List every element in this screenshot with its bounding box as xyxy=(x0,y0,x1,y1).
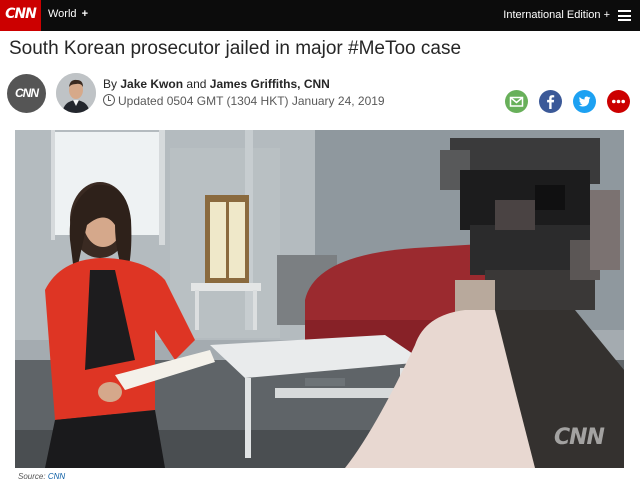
page-title: South Korean prosecutor jailed in major … xyxy=(9,38,462,59)
cnn-logo[interactable]: CNN xyxy=(0,0,41,31)
nav-section-label: World xyxy=(48,8,77,20)
cnn-watermark: CNN xyxy=(554,425,605,450)
nav-section-world[interactable]: World + xyxy=(48,8,88,20)
byline-outlet: , CNN xyxy=(297,77,330,91)
byline: By Jake Kwon and James Griffiths, CNN xyxy=(103,77,330,91)
author-avatar[interactable] xyxy=(56,73,96,113)
clock-icon xyxy=(103,94,115,106)
byline-conjunction: and xyxy=(186,77,207,91)
nav-section-plus: + xyxy=(81,8,89,20)
source-label: Source: xyxy=(18,472,46,481)
author-link-1[interactable]: Jake Kwon xyxy=(120,77,183,91)
timestamp: Updated 0504 GMT (1304 HKT) January 24, … xyxy=(103,94,385,108)
top-nav: CNN World + International Edition + xyxy=(0,0,640,31)
interview-image xyxy=(15,130,624,468)
article-video-still[interactable]: CNN xyxy=(15,130,624,468)
share-more-button[interactable] xyxy=(607,90,630,113)
share-email-button[interactable] xyxy=(505,90,528,113)
share-facebook-button[interactable] xyxy=(539,90,562,113)
cnn-logo-text: CNN xyxy=(5,6,37,22)
byline-prefix: By xyxy=(103,77,118,91)
more-icon xyxy=(607,90,630,113)
share-twitter-button[interactable] xyxy=(573,90,596,113)
timestamp-text: Updated 0504 GMT (1304 HKT) January 24, … xyxy=(118,94,385,108)
edition-selector[interactable]: International Edition + xyxy=(503,9,610,21)
cnn-badge: CNN xyxy=(7,74,46,113)
author-link-2[interactable]: James Griffiths xyxy=(210,77,297,91)
twitter-icon xyxy=(573,90,596,113)
blurred-face xyxy=(440,138,620,320)
facebook-icon xyxy=(539,90,562,113)
hamburger-menu-icon[interactable] xyxy=(618,10,631,21)
source-link[interactable]: CNN xyxy=(48,472,65,481)
cnn-badge-text: CNN xyxy=(15,86,39,100)
email-icon xyxy=(505,90,528,113)
image-source: Source: CNN xyxy=(18,472,65,481)
author-photo xyxy=(56,73,96,113)
